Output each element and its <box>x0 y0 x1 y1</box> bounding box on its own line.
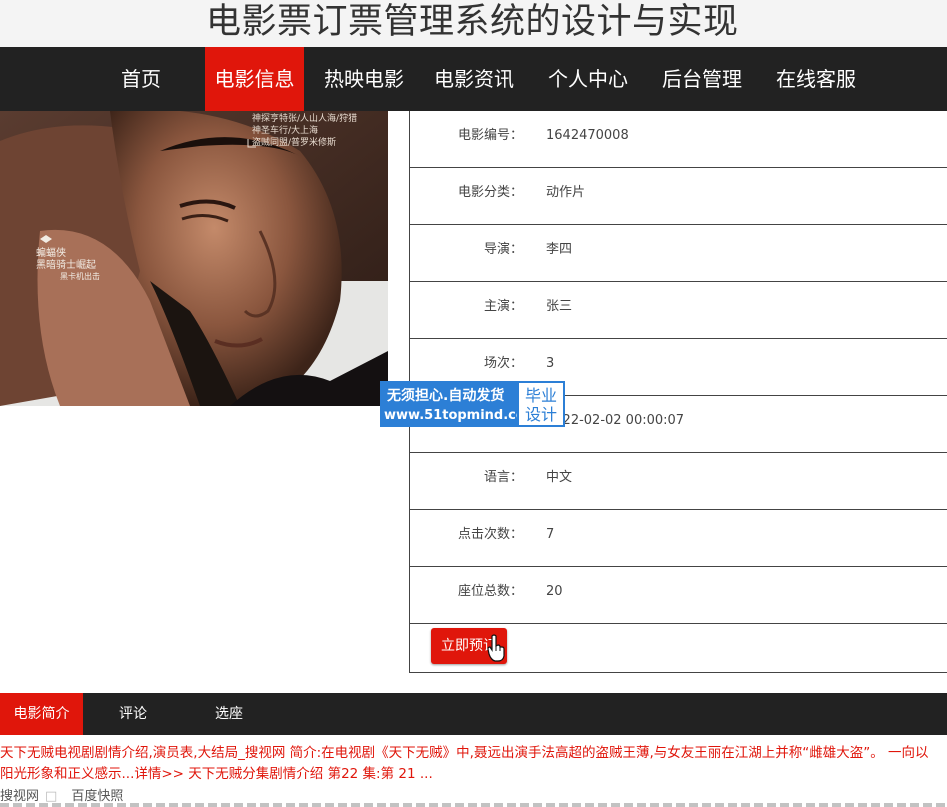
detail-value: 2022-02-02 00:00:07 <box>546 413 685 428</box>
detail-label: 电影编号： <box>457 128 523 143</box>
nav-hot-movies[interactable]: 热映电影 <box>314 47 414 111</box>
source-name: 搜视网 <box>0 789 40 804</box>
nav-home[interactable]: 首页 <box>105 47 177 111</box>
detail-value: 张三 <box>546 299 573 314</box>
movie-poster: 神探亨特张/人山人海/狩猎 神圣车行/大上海 盗贼同盟/普罗米修斯 蝙蝠侠 黑暗… <box>0 111 388 406</box>
detail-label: 主演： <box>483 299 523 314</box>
site-title: 电影票订票管理系统的设计与实现 <box>206 2 739 42</box>
poster-caption-3: 盗贼同盟/普罗米修斯 <box>252 136 336 148</box>
watermark-text-block: 无须担心.自动发货 www.51topmind.com <box>380 381 538 427</box>
watermark-slogan: 无须担心.自动发货 <box>387 388 505 404</box>
poster-side-3: 黑卡机出击 <box>60 271 100 281</box>
detail-row-starring: 主演： 张三 <box>410 282 947 339</box>
detail-value: 中文 <box>546 470 573 485</box>
main-nav: 首页 电影信息 热映电影 电影资讯 个人中心 后台管理 在线客服 <box>0 47 947 111</box>
summary-line-2[interactable]: 阳光形象和正义感示...详情>> 天下无贼分集剧情介绍 第22 集:第 21 .… <box>0 764 947 785</box>
detail-label: 座位总数： <box>457 584 523 599</box>
title-bar: 电影票订票管理系统的设计与实现 <box>0 0 947 47</box>
detail-value: 李四 <box>546 242 573 257</box>
tab-comments[interactable]: 评论 <box>93 693 173 735</box>
nav-movie-news[interactable]: 电影资讯 <box>424 47 524 111</box>
tab-seat-selection[interactable]: 选座 <box>189 693 269 735</box>
detail-value: 20 <box>546 584 563 599</box>
hand-cursor-icon <box>487 634 505 662</box>
watermark-tag-line1: 毕业 <box>524 386 557 405</box>
detail-tabs: 电影简介 评论 选座 <box>0 693 947 735</box>
detail-value: 动作片 <box>546 185 586 200</box>
nav-movie-info[interactable]: 电影信息 <box>205 47 304 111</box>
cut-off-text-line <box>0 803 947 807</box>
nav-online-service[interactable]: 在线客服 <box>766 47 866 111</box>
detail-value: 1642470008 <box>546 128 629 143</box>
watermark-tag-line2: 设计 <box>524 405 557 424</box>
poster-caption-2: 神圣车行/大上海 <box>252 124 318 136</box>
snapshot-link[interactable]: 百度快照 <box>71 789 123 804</box>
detail-label: 导演： <box>483 242 523 257</box>
poster-caption-1: 神探亨特张/人山人海/狩猎 <box>252 112 357 124</box>
poster-image: 神探亨特张/人山人海/狩猎 神圣车行/大上海 盗贼同盟/普罗米修斯 蝙蝠侠 黑暗… <box>0 111 388 406</box>
watermark-tag: 毕业 设计 <box>517 381 565 427</box>
poster-side-2: 黑暗骑士崛起 <box>36 258 96 271</box>
detail-label: 语言： <box>483 470 523 485</box>
detail-row-category: 电影分类： 动作片 <box>410 168 947 225</box>
detail-label: 电影分类： <box>457 185 523 200</box>
detail-row-click-count: 点击次数： 7 <box>410 510 947 567</box>
tab-movie-intro[interactable]: 电影简介 <box>0 693 83 735</box>
watermark-badge: 无须担心.自动发货 www.51topmind.com 毕业 设计 <box>380 381 565 427</box>
summary-line-1: 天下无贼电视剧剧情介绍,演员表,大结局_搜视网 简介:在电视剧《天下无贼》中,聂… <box>0 745 929 761</box>
detail-row-director: 导演： 李四 <box>410 225 947 282</box>
detail-label: 点击次数： <box>457 527 523 542</box>
nav-admin[interactable]: 后台管理 <box>652 47 752 111</box>
detail-row-id: 电影编号： 1642470008 <box>410 111 947 168</box>
watermark-url: www.51topmind.com <box>384 408 539 423</box>
movie-summary: 天下无贼电视剧剧情介绍,演员表,大结局_搜视网 简介:在电视剧《天下无贼》中,聂… <box>0 743 947 785</box>
detail-value: 7 <box>546 527 555 542</box>
detail-row-language: 语言： 中文 <box>410 453 947 510</box>
summary-source: 搜视网 □ 百度快照 <box>0 785 129 804</box>
poster-side-1: 蝙蝠侠 <box>36 246 66 259</box>
source-mark: □ <box>45 789 58 804</box>
detail-row-total-seats: 座位总数： 20 <box>410 567 947 624</box>
nav-user-center[interactable]: 个人中心 <box>538 47 638 111</box>
